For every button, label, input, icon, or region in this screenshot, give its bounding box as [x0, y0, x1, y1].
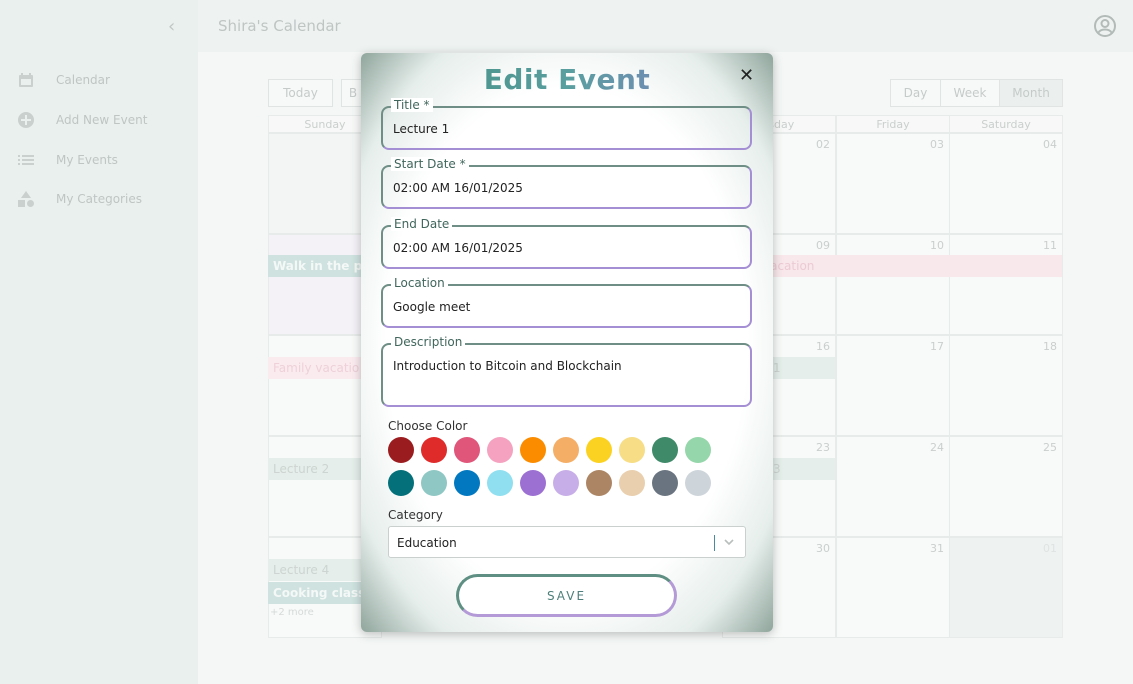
color-swatch[interactable] [421, 437, 447, 463]
color-swatch[interactable] [454, 470, 480, 496]
color-swatch[interactable] [586, 437, 612, 463]
location-field[interactable]: Location Google meet [381, 276, 752, 328]
color-swatch[interactable] [520, 470, 546, 496]
edit-event-dialog: Edit Event ✕ Title * Lecture 1 Start Dat… [361, 53, 773, 632]
description-label: Description [391, 335, 466, 349]
color-swatch[interactable] [685, 437, 711, 463]
location-value: Google meet [393, 300, 471, 314]
close-icon[interactable]: ✕ [739, 65, 754, 86]
color-swatch[interactable] [421, 470, 447, 496]
color-swatch[interactable] [388, 437, 414, 463]
choose-color-label: Choose Color [388, 419, 468, 433]
title-value: Lecture 1 [393, 122, 450, 136]
color-swatch[interactable] [586, 470, 612, 496]
select-separator [714, 535, 715, 551]
start-date-label: Start Date * [391, 157, 469, 171]
color-swatch[interactable] [388, 470, 414, 496]
color-swatch[interactable] [619, 437, 645, 463]
description-field[interactable]: Description Introduction to Bitcoin and … [381, 335, 752, 407]
color-swatch[interactable] [487, 437, 513, 463]
end-date-field[interactable]: End Date 02:00 AM 16/01/2025 [381, 217, 752, 269]
start-date-field[interactable]: Start Date * 02:00 AM 16/01/2025 [381, 157, 752, 209]
start-date-value: 02:00 AM 16/01/2025 [393, 181, 523, 195]
category-label: Category [388, 508, 443, 522]
color-swatch[interactable] [652, 470, 678, 496]
color-swatch[interactable] [520, 437, 546, 463]
color-swatch[interactable] [487, 470, 513, 496]
category-select[interactable]: Education [388, 526, 746, 558]
end-date-label: End Date [391, 217, 453, 231]
end-date-value: 02:00 AM 16/01/2025 [393, 241, 523, 255]
color-swatch[interactable] [454, 437, 480, 463]
category-value: Education [397, 536, 457, 550]
color-swatch[interactable] [553, 437, 579, 463]
color-swatch[interactable] [619, 470, 645, 496]
dialog-title: Edit Event [361, 63, 773, 96]
description-value: Introduction to Bitcoin and Blockchain [393, 359, 622, 373]
title-field[interactable]: Title * Lecture 1 [381, 98, 752, 150]
color-swatch[interactable] [553, 470, 579, 496]
location-label: Location [391, 276, 448, 290]
color-swatch[interactable] [652, 437, 678, 463]
save-button[interactable]: SAVE [456, 574, 677, 617]
color-swatch[interactable] [685, 470, 711, 496]
title-label: Title * [391, 98, 433, 112]
chevron-down-icon[interactable] [722, 534, 736, 554]
